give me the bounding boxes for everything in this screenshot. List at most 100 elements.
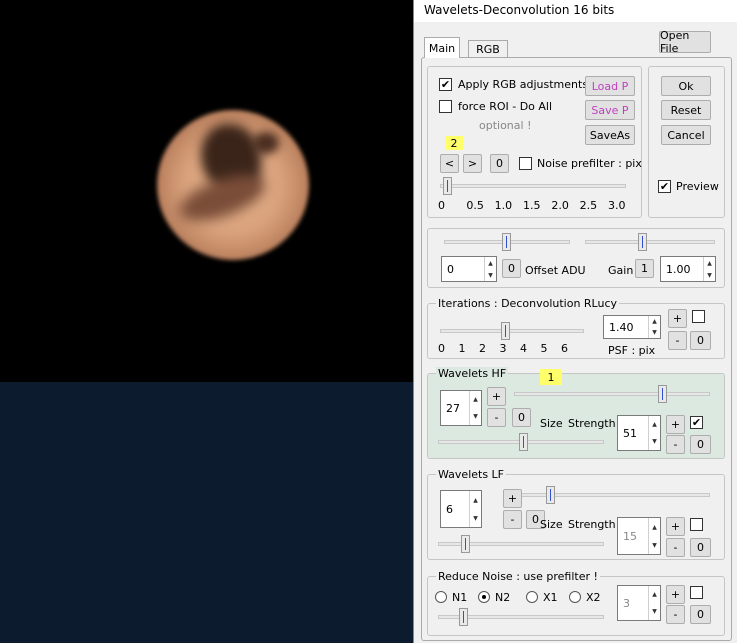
noise-zero-button[interactable]: 0 — [690, 605, 711, 624]
lf-strength-label: Strength — [568, 518, 616, 531]
hf-strength-plus-button[interactable]: + — [666, 415, 685, 434]
noise-minus-button[interactable]: - — [666, 605, 685, 624]
noise-slider-thumb[interactable] — [459, 608, 468, 626]
iterations-tick-4: 4 — [520, 342, 527, 355]
lf-strength-minus-button[interactable]: - — [666, 538, 685, 557]
reset-button[interactable]: Reset — [661, 100, 711, 120]
iterations-group: Iterations : Deconvolution RLucy 0123456… — [427, 297, 725, 359]
planet-image — [157, 110, 309, 260]
noise-spinbox[interactable]: 3 ▲ ▼ — [617, 585, 661, 621]
preset-index-badge: 2 — [445, 136, 463, 150]
lf-top-slider-thumb[interactable] — [546, 486, 555, 504]
lf-bottom-slider-thumb[interactable] — [461, 535, 470, 553]
reset-preset-button[interactable]: 0 — [490, 154, 509, 173]
hf-strength-zero-button[interactable]: 0 — [690, 435, 711, 454]
radio-x1[interactable] — [526, 591, 538, 603]
hf-strength-spinbox[interactable]: 51 ▲ ▼ — [617, 415, 661, 451]
lf-size-plus-button[interactable]: + — [503, 489, 522, 508]
iterations-tick-3: 3 — [499, 342, 507, 355]
hf-layer-badge: 1 — [540, 369, 562, 385]
psf-zero-button[interactable]: 0 — [690, 331, 711, 350]
prefilter-tick-1: 0.5 — [466, 199, 484, 212]
radio-n1[interactable] — [435, 591, 447, 603]
wavelets-hf-title: Wavelets HF — [436, 367, 509, 380]
ok-button[interactable]: Ok — [661, 76, 711, 96]
tab-main[interactable]: Main — [424, 37, 460, 58]
image-viewer[interactable] — [0, 0, 413, 643]
offset-gain-group: 0 ▲ ▼ 0 Offset ADU Gain 1 1.00 ▲ ▼ — [427, 228, 725, 288]
radio-n2[interactable] — [478, 591, 490, 603]
lf-strength-zero-button[interactable]: 0 — [690, 538, 711, 557]
save-as-button[interactable]: SaveAs — [585, 125, 635, 145]
radio-x1-label: X1 — [543, 591, 558, 604]
noise-checkbox[interactable] — [690, 586, 703, 599]
prefilter-slider-thumb[interactable] — [442, 177, 452, 195]
lf-size-spinbox[interactable]: 6 ▲ ▼ — [440, 490, 482, 528]
offset-spinbox[interactable]: 0 ▲ ▼ — [441, 256, 497, 282]
hf-top-slider-track[interactable] — [514, 392, 710, 396]
reduce-noise-title: Reduce Noise : use prefilter ! — [436, 570, 600, 583]
wavelets-dialog: Wavelets-Deconvolution 16 bits Main RGB … — [413, 0, 737, 643]
preview-checkbox[interactable]: ✔ — [658, 180, 671, 193]
apply-rgb-label: Apply RGB adjustments — [458, 78, 589, 91]
wavelets-hf-group: Wavelets HF 1 27 ▲ ▼ + - 0 Size Strength 5… — [427, 367, 725, 459]
prev-preset-button[interactable]: < — [440, 154, 459, 173]
action-buttons-group: Ok Reset Cancel ✔ Preview — [648, 66, 725, 218]
lf-strength-plus-button[interactable]: + — [666, 517, 685, 536]
radio-x2-label: X2 — [586, 591, 601, 604]
hf-size-label: Size — [540, 417, 563, 430]
psf-label: PSF : pix — [608, 344, 656, 357]
prefilter-tick-5: 2.5 — [579, 199, 598, 212]
hf-size-spinbox[interactable]: 27 ▲ ▼ — [440, 390, 482, 426]
radio-n2-label: N2 — [495, 591, 511, 604]
wavelets-lf-group: Wavelets LF 6 ▲ ▼ + - 0 Size Strength 15 ▲ ▼… — [427, 468, 725, 560]
save-p-button[interactable]: Save P — [585, 100, 635, 120]
iterations-tick-2: 2 — [479, 342, 486, 355]
noise-plus-button[interactable]: + — [666, 585, 685, 604]
force-roi-label: force ROI - Do All — [458, 100, 553, 113]
hf-bottom-slider-thumb[interactable] — [519, 433, 528, 451]
force-roi-checkbox[interactable] — [439, 100, 452, 113]
noise-prefilter-checkbox[interactable] — [519, 157, 532, 170]
hf-strength-minus-button[interactable]: - — [666, 435, 685, 454]
wavelets-lf-title: Wavelets LF — [436, 468, 507, 481]
lf-strength-spinbox[interactable]: 15 ▲ ▼ — [617, 517, 661, 555]
hf-size-zero-button[interactable]: 0 — [512, 408, 531, 427]
gain-spinbox[interactable]: 1.00 ▲ ▼ — [660, 256, 716, 282]
lf-size-label: Size — [540, 518, 563, 531]
apply-rgb-checkbox[interactable]: ✔ — [439, 78, 452, 91]
iterations-slider-thumb[interactable] — [500, 322, 510, 340]
offset-slider-thumb[interactable] — [502, 233, 511, 251]
radio-n1-label: N1 — [452, 591, 468, 604]
prefilter-tick-2: 1.0 — [494, 199, 513, 212]
open-file-button[interactable]: Open File — [659, 29, 711, 55]
tab-rgb[interactable]: RGB — [468, 40, 508, 58]
offset-zero-button[interactable]: 0 — [502, 259, 521, 278]
psf-spinbox[interactable]: 1.40 ▲ ▼ — [603, 315, 661, 339]
radio-x2[interactable] — [569, 591, 581, 603]
lf-top-slider-track[interactable] — [514, 493, 710, 497]
hf-checkbox[interactable]: ✔ — [690, 416, 703, 429]
window-title: Wavelets-Deconvolution 16 bits — [414, 0, 737, 22]
lf-checkbox[interactable] — [690, 518, 703, 531]
rgb-adjustments-group: ✔ Apply RGB adjustments force ROI - Do A… — [427, 66, 642, 218]
gain-slider-thumb[interactable] — [638, 233, 647, 251]
gain-slider-track[interactable] — [585, 240, 715, 244]
psf-minus-button[interactable]: - — [668, 331, 687, 350]
image-background-lower — [0, 382, 413, 643]
lf-size-minus-button[interactable]: - — [503, 510, 522, 529]
hf-size-plus-button[interactable]: + — [487, 387, 506, 406]
load-p-button[interactable]: Load P — [585, 76, 635, 96]
hf-size-minus-button[interactable]: - — [487, 408, 506, 427]
iterations-tick-5: 5 — [540, 342, 548, 355]
prefilter-tick-0: 0 — [438, 199, 445, 212]
prefilter-slider-track[interactable] — [440, 184, 626, 188]
psf-checkbox[interactable] — [692, 310, 705, 323]
hf-top-slider-thumb[interactable] — [658, 385, 667, 403]
next-preset-button[interactable]: > — [463, 154, 482, 173]
iterations-title: Iterations : Deconvolution RLucy — [436, 297, 620, 310]
psf-plus-button[interactable]: + — [668, 309, 687, 328]
gain-reset-button[interactable]: 1 — [635, 259, 654, 278]
cancel-button[interactable]: Cancel — [661, 125, 711, 145]
iterations-slider-track[interactable] — [440, 329, 584, 333]
